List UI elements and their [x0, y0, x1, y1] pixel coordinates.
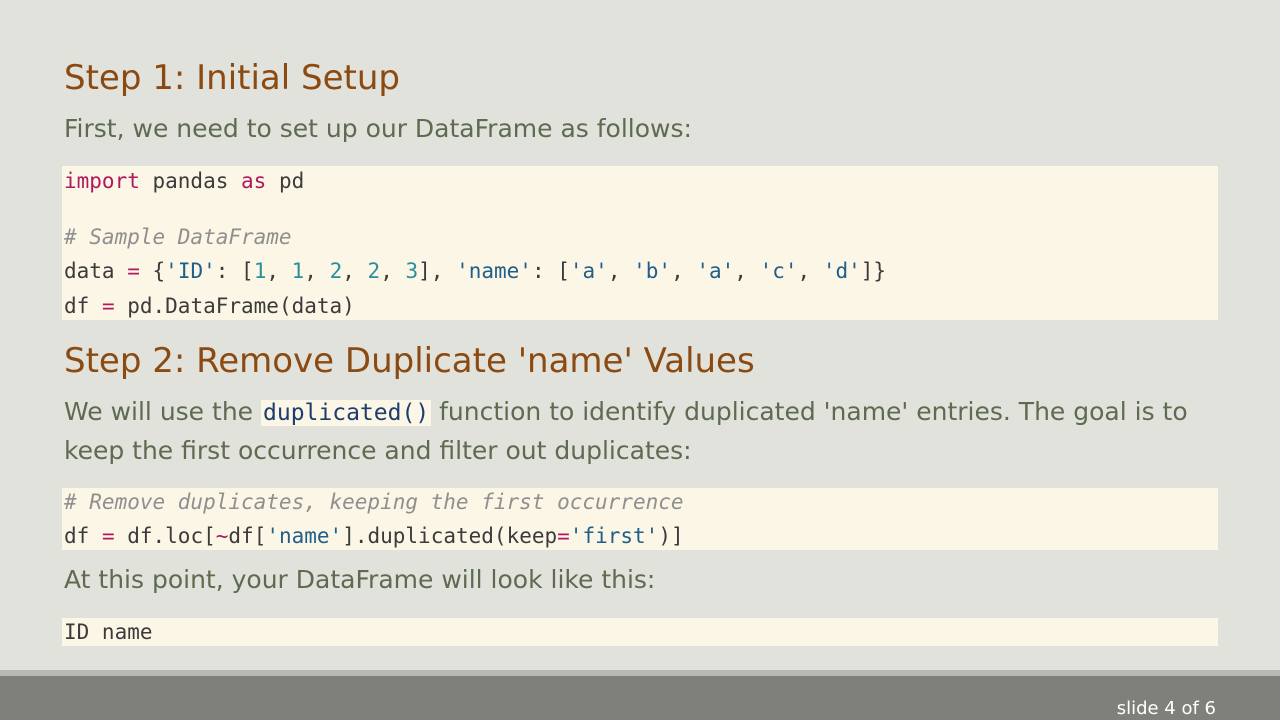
code-block-result: ID name	[62, 618, 1218, 646]
module-name: pandas	[139, 169, 242, 193]
code-part: ].duplicated(keep	[342, 524, 558, 548]
code-block-setup: import pandas as pd # Sample DataFrame d…	[62, 166, 1218, 320]
slide-footer: slide 4 of 6	[0, 670, 1280, 720]
code-line-df: df = pd.DataFrame(data)	[64, 292, 355, 320]
punct: : [	[531, 259, 570, 283]
punct: ]}	[860, 259, 887, 283]
op-assign: =	[557, 524, 570, 548]
code-part: df.loc[	[114, 524, 216, 548]
punct: : [	[215, 259, 254, 283]
op-assign: =	[127, 259, 140, 283]
code-block-dedupe: # Remove duplicates, keeping the first o…	[62, 488, 1218, 550]
punct: ,	[671, 259, 697, 283]
module-alias: pd	[266, 169, 305, 193]
key-name: 'name'	[456, 259, 532, 283]
result-header: ID name	[64, 620, 153, 644]
var-df: df	[64, 294, 102, 318]
str: 'c'	[759, 259, 798, 283]
op-assign: =	[101, 524, 115, 548]
punct: ,	[734, 259, 760, 283]
key-id: 'ID'	[165, 259, 216, 283]
str: 'a'	[569, 259, 608, 283]
keep-value: 'first'	[569, 524, 659, 548]
key-name: 'name'	[266, 524, 343, 548]
keyword-import: import	[64, 169, 140, 193]
code-line-data: data = {'ID': [1, 1, 2, 2, 3], 'name': […	[64, 257, 886, 285]
call-dataframe: pd.DataFrame(data)	[114, 294, 355, 318]
code-line-import: import pandas as pd	[64, 167, 304, 195]
slide-number: slide 4 of 6	[1116, 698, 1216, 719]
str: 'b'	[633, 259, 672, 283]
slide-content: Step 1: Initial Setup First, we need to …	[0, 0, 1280, 670]
punct: ,	[342, 259, 368, 283]
punct: ,	[304, 259, 330, 283]
code-part: df[	[228, 524, 267, 548]
punct: ,	[380, 259, 406, 283]
code-comment-remove: # Remove duplicates, keeping the first o…	[64, 490, 684, 514]
step1-intro: First, we need to set up our DataFrame a…	[64, 114, 692, 143]
num: 3	[405, 259, 419, 283]
punct: ,	[797, 259, 823, 283]
num: 1	[291, 259, 305, 283]
var-data: data	[64, 259, 128, 283]
str: 'd'	[822, 259, 861, 283]
step2-text-before: We will use the	[64, 397, 261, 426]
step1-title: Step 1: Initial Setup	[64, 58, 400, 98]
step2-title: Step 2: Remove Duplicate 'name' Values	[64, 341, 755, 381]
punct: ,	[266, 259, 292, 283]
code-comment-sample: # Sample DataFrame	[64, 225, 292, 249]
num: 2	[329, 259, 343, 283]
str: 'a'	[696, 259, 735, 283]
code-line-dedupe: df = df.loc[~df['name'].duplicated(keep=…	[64, 522, 684, 550]
result-intro: At this point, your DataFrame will look …	[64, 565, 656, 594]
var-df: df	[64, 524, 102, 548]
num: 1	[253, 259, 267, 283]
inline-code-duplicated: duplicated()	[261, 400, 432, 426]
punct: ],	[418, 259, 457, 283]
keyword-as: as	[241, 169, 267, 193]
num: 2	[367, 259, 381, 283]
op-tilde: ~	[215, 524, 229, 548]
step2-text: We will use the duplicated() function to…	[64, 393, 1214, 469]
brace-open: {	[139, 259, 166, 283]
op-assign: =	[101, 294, 115, 318]
code-part: )]	[658, 524, 684, 548]
punct: ,	[607, 259, 634, 283]
